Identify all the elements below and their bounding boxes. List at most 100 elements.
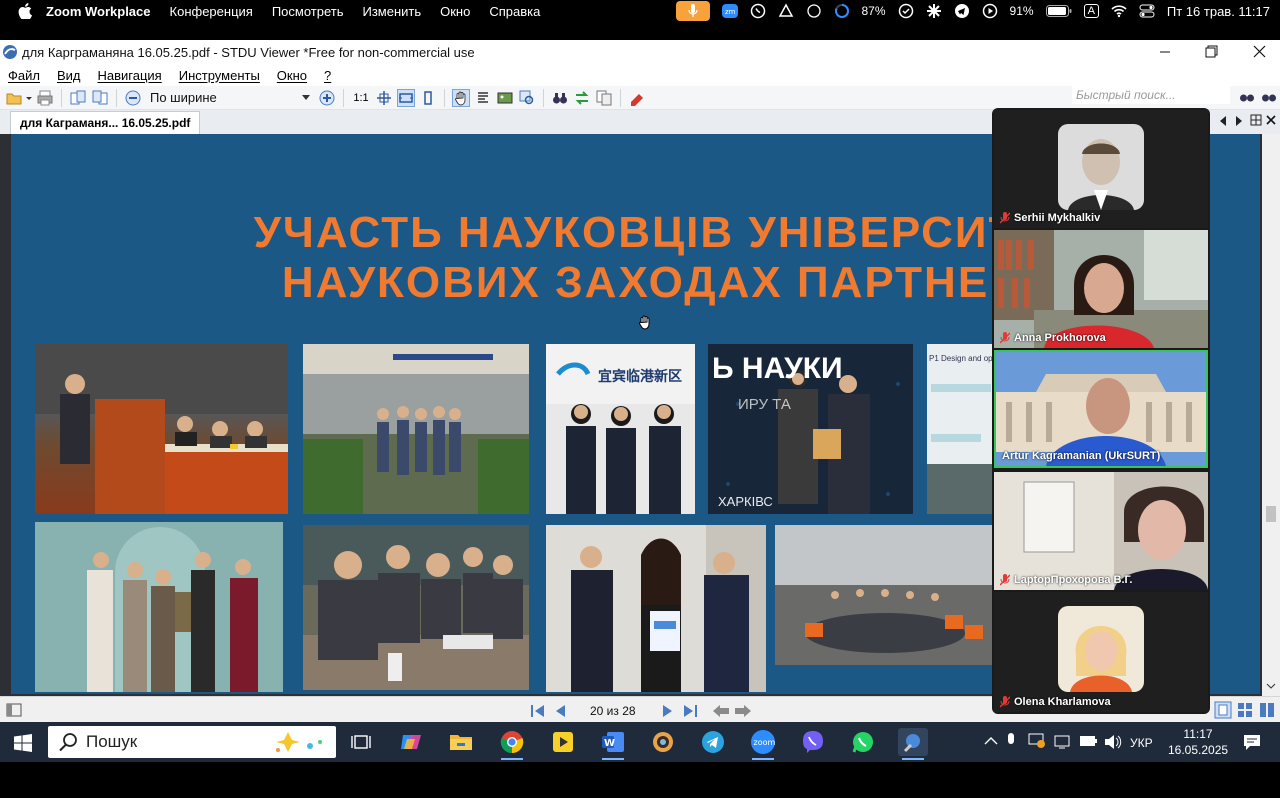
page-left-icon[interactable] xyxy=(69,89,87,107)
next-page-icon[interactable] xyxy=(662,704,674,721)
gear-icon[interactable] xyxy=(926,3,942,19)
whatsapp-icon[interactable] xyxy=(848,728,878,756)
apple-icon[interactable] xyxy=(18,3,32,19)
tab-next-icon[interactable] xyxy=(1234,114,1244,132)
zoom-mode-select[interactable]: По ширине xyxy=(146,89,314,107)
camera-app-icon[interactable] xyxy=(648,728,678,756)
battery-ring-icon[interactable] xyxy=(834,3,850,19)
prev-page-icon[interactable] xyxy=(554,704,566,721)
close-icon[interactable] xyxy=(1246,44,1272,60)
control-center-icon[interactable] xyxy=(1139,3,1155,19)
tray-battery-icon[interactable] xyxy=(1080,735,1098,750)
photo5-text: P1 Design and opt xyxy=(929,354,995,363)
mic-icon[interactable] xyxy=(675,1,710,21)
tray-screenshare-icon[interactable] xyxy=(1028,733,1046,752)
menu-conference[interactable]: Конференция xyxy=(170,4,253,19)
single-page-icon[interactable] xyxy=(1214,701,1232,722)
restore-icon[interactable] xyxy=(1198,44,1224,60)
menu-view[interactable]: Посмотреть xyxy=(272,4,344,19)
participant-tile[interactable]: Serhii Mykhalkiv xyxy=(994,110,1208,228)
zoom-menu-icon[interactable]: zm xyxy=(721,3,738,19)
tray-time: 11:17 xyxy=(1183,727,1213,741)
tray-mic-icon[interactable] xyxy=(1006,733,1016,752)
quick-search-input[interactable]: Быстрый поиск... xyxy=(1072,86,1230,104)
actual-size-button[interactable]: 1:1 xyxy=(351,89,371,107)
document-tab[interactable]: для Каграманя... 16.05.25.pdf xyxy=(10,111,201,135)
snapshot-icon[interactable] xyxy=(496,89,514,107)
menu-view-ru[interactable]: Вид xyxy=(57,68,81,83)
drive-icon[interactable] xyxy=(778,3,794,19)
forward-icon[interactable] xyxy=(734,704,752,721)
back-icon[interactable] xyxy=(712,704,730,721)
circle-icon[interactable] xyxy=(806,3,822,19)
task-view-icon[interactable] xyxy=(346,728,376,756)
tray-clock[interactable]: 11:17 16.05.2025 xyxy=(1168,726,1228,758)
participant-tile[interactable]: Olena Kharlamova xyxy=(994,592,1208,712)
battery-icon[interactable] xyxy=(1045,3,1072,19)
binoculars-icon[interactable] xyxy=(551,89,569,107)
select-text-icon[interactable] xyxy=(474,89,492,107)
continuous-icon[interactable] xyxy=(1236,701,1254,722)
open-folder-icon[interactable] xyxy=(6,89,32,107)
menu-window-ru[interactable]: Окно xyxy=(277,68,307,83)
participant-tile[interactable]: Anna Prokhorova xyxy=(994,230,1208,348)
word-icon[interactable]: W xyxy=(598,728,628,760)
menu-file[interactable]: Файл xyxy=(8,68,40,83)
wifi-icon[interactable] xyxy=(1111,3,1127,19)
menu-app-name[interactable]: Zoom Workplace xyxy=(46,4,151,19)
tab-prev-icon[interactable] xyxy=(1218,114,1228,132)
windows-start-icon[interactable] xyxy=(14,734,32,757)
media-player-icon[interactable] xyxy=(548,728,578,756)
tray-overflow-icon[interactable] xyxy=(984,735,998,749)
viber-icon[interactable] xyxy=(798,728,828,756)
hand-tool-icon[interactable] xyxy=(452,88,470,107)
highlighter-icon[interactable] xyxy=(628,89,646,107)
zoom-out-icon[interactable] xyxy=(124,89,142,107)
input-source[interactable]: A xyxy=(1083,4,1099,18)
sidebar-toggle-icon[interactable] xyxy=(6,703,22,720)
menu-navigation[interactable]: Навигация xyxy=(98,68,162,83)
copy-icon[interactable] xyxy=(595,89,613,107)
telegram-menu-icon[interactable] xyxy=(954,3,970,19)
menu-edit[interactable]: Изменить xyxy=(362,4,421,19)
stdu-viewer-task-icon[interactable] xyxy=(898,728,928,760)
swap-arrows-icon[interactable] xyxy=(573,89,591,107)
notification-icon[interactable] xyxy=(1242,732,1262,755)
page-right-icon[interactable] xyxy=(91,89,109,107)
tab-close-icon[interactable] xyxy=(1265,113,1277,131)
search-options-icon[interactable] xyxy=(1260,87,1278,105)
play-icon[interactable] xyxy=(982,3,998,19)
participant-tile-active-speaker[interactable]: Artur Kagramanian (UkrSURT) xyxy=(994,350,1208,468)
telegram-icon[interactable] xyxy=(698,728,728,756)
tray-language[interactable]: УКР xyxy=(1130,736,1153,750)
last-page-icon[interactable] xyxy=(682,704,698,721)
menu-window[interactable]: Окно xyxy=(440,4,470,19)
participant-tile[interactable]: LaptopПрохорова В.Г. xyxy=(994,472,1208,590)
print-icon[interactable] xyxy=(36,89,54,107)
taskbar-search-box[interactable]: Пошук xyxy=(48,726,336,758)
zoom-app-icon[interactable]: zoom xyxy=(748,728,778,760)
tray-volume-icon[interactable] xyxy=(1104,734,1122,753)
fit-height-icon[interactable] xyxy=(419,89,437,107)
facing-icon[interactable] xyxy=(1258,701,1276,722)
search-binoculars-icon[interactable] xyxy=(1238,87,1256,105)
chrome-icon[interactable] xyxy=(497,728,527,760)
magnifier-tool-icon[interactable] xyxy=(518,89,536,107)
menu-help[interactable]: Справка xyxy=(489,4,540,19)
menu-tools[interactable]: Инструменты xyxy=(179,68,260,83)
check-circle-icon[interactable] xyxy=(898,3,914,19)
mic-muted-icon xyxy=(1000,332,1010,344)
vertical-scrollbar[interactable] xyxy=(1262,134,1280,696)
menu-question[interactable]: ? xyxy=(324,68,331,83)
page-indicator[interactable]: 20 из 28 xyxy=(590,704,636,718)
tray-network-icon[interactable] xyxy=(1054,734,1072,753)
copilot-icon[interactable] xyxy=(396,728,426,756)
file-explorer-icon[interactable] xyxy=(446,728,476,756)
viber-menu-icon[interactable] xyxy=(750,3,766,19)
tab-list-icon[interactable] xyxy=(1250,113,1262,131)
minimize-icon[interactable] xyxy=(1152,44,1178,60)
first-page-icon[interactable] xyxy=(530,704,546,721)
fit-page-icon[interactable] xyxy=(375,89,393,107)
fit-width-icon[interactable] xyxy=(397,88,415,107)
zoom-in-icon[interactable] xyxy=(318,89,336,107)
